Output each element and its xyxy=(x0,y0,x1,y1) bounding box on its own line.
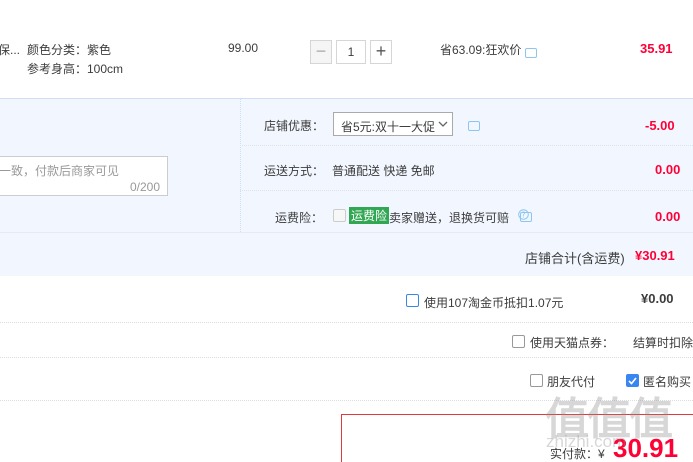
buyer-message-placeholder: 一致，付款后商家可见 xyxy=(0,164,120,178)
shipping-amount: 0.00 xyxy=(655,162,681,177)
insurance-amount: 0.00 xyxy=(655,209,681,224)
insurance-badge: 运费险 xyxy=(349,207,390,224)
item-unit-price: 99.00 xyxy=(228,41,259,55)
insurance-label: 运费险： xyxy=(275,211,324,225)
divider xyxy=(0,357,693,358)
quantity-input[interactable]: 1 xyxy=(336,40,366,64)
divider xyxy=(240,145,693,146)
svg-text:?: ? xyxy=(521,211,525,220)
item-title-fragment[interactable]: 保... xyxy=(0,41,20,58)
shipping-value: 普通配送 快递 免邮 xyxy=(332,164,435,178)
divider xyxy=(0,232,693,233)
watermark-domain: zhizhi.com xyxy=(546,432,627,451)
tmall-coupon-note: 结算时扣除 xyxy=(633,336,693,350)
item-spec-height: 参考身高：100cm xyxy=(27,62,124,76)
tmall-coupon-checkbox[interactable] xyxy=(512,335,525,348)
shop-summary-section: 一致，付款后商家可见 0/200 店铺优惠： 省5元:双十一大促 -5.00 运… xyxy=(0,98,693,276)
promo-comment-icon[interactable] xyxy=(468,121,480,131)
insurance-text: 卖家赠送，退换货可赔 xyxy=(389,211,510,225)
divider xyxy=(240,190,693,191)
shop-promo-select[interactable]: 省5元:双十一大促 xyxy=(333,112,453,136)
shop-promo-select-value: 省5元:双十一大促 xyxy=(341,120,436,134)
item-discount-text: 省63.09:狂欢价 xyxy=(440,43,522,57)
order-item-row: 保... 颜色分类：紫色 参考身高：100cm 99.00 − 1 + 省63.… xyxy=(0,0,693,98)
quantity-increase-button[interactable]: + xyxy=(370,40,392,64)
shop-promo-amount: -5.00 xyxy=(645,118,675,133)
insurance-checkbox[interactable] xyxy=(333,209,346,222)
shipping-label: 运送方式： xyxy=(264,164,325,178)
shop-promo-label: 店铺优惠： xyxy=(264,119,325,133)
chevron-down-icon xyxy=(438,121,448,127)
divider xyxy=(0,322,693,323)
buyer-message-counter: 0/200 xyxy=(129,180,160,194)
shop-total-value: ¥30.91 xyxy=(635,248,675,263)
help-icon[interactable]: ? xyxy=(518,209,529,220)
comment-icon[interactable] xyxy=(525,48,537,58)
taojinbi-checkbox[interactable] xyxy=(406,294,419,307)
tmall-coupon-label: 使用天猫点券： xyxy=(530,336,615,350)
buyer-message-input[interactable]: 一致，付款后商家可见 0/200 xyxy=(0,156,168,196)
item-subtotal: 35.91 xyxy=(640,41,673,56)
shop-total-label: 店铺合计(含运费) xyxy=(525,251,625,266)
friend-pay-checkbox[interactable] xyxy=(530,374,543,387)
item-spec-color: 颜色分类：紫色 xyxy=(27,43,112,57)
quantity-decrease-button[interactable]: − xyxy=(310,40,332,64)
taojinbi-label: 使用107淘金币抵扣1.07元 xyxy=(424,296,564,310)
taojinbi-amount: ¥0.00 xyxy=(641,291,674,306)
